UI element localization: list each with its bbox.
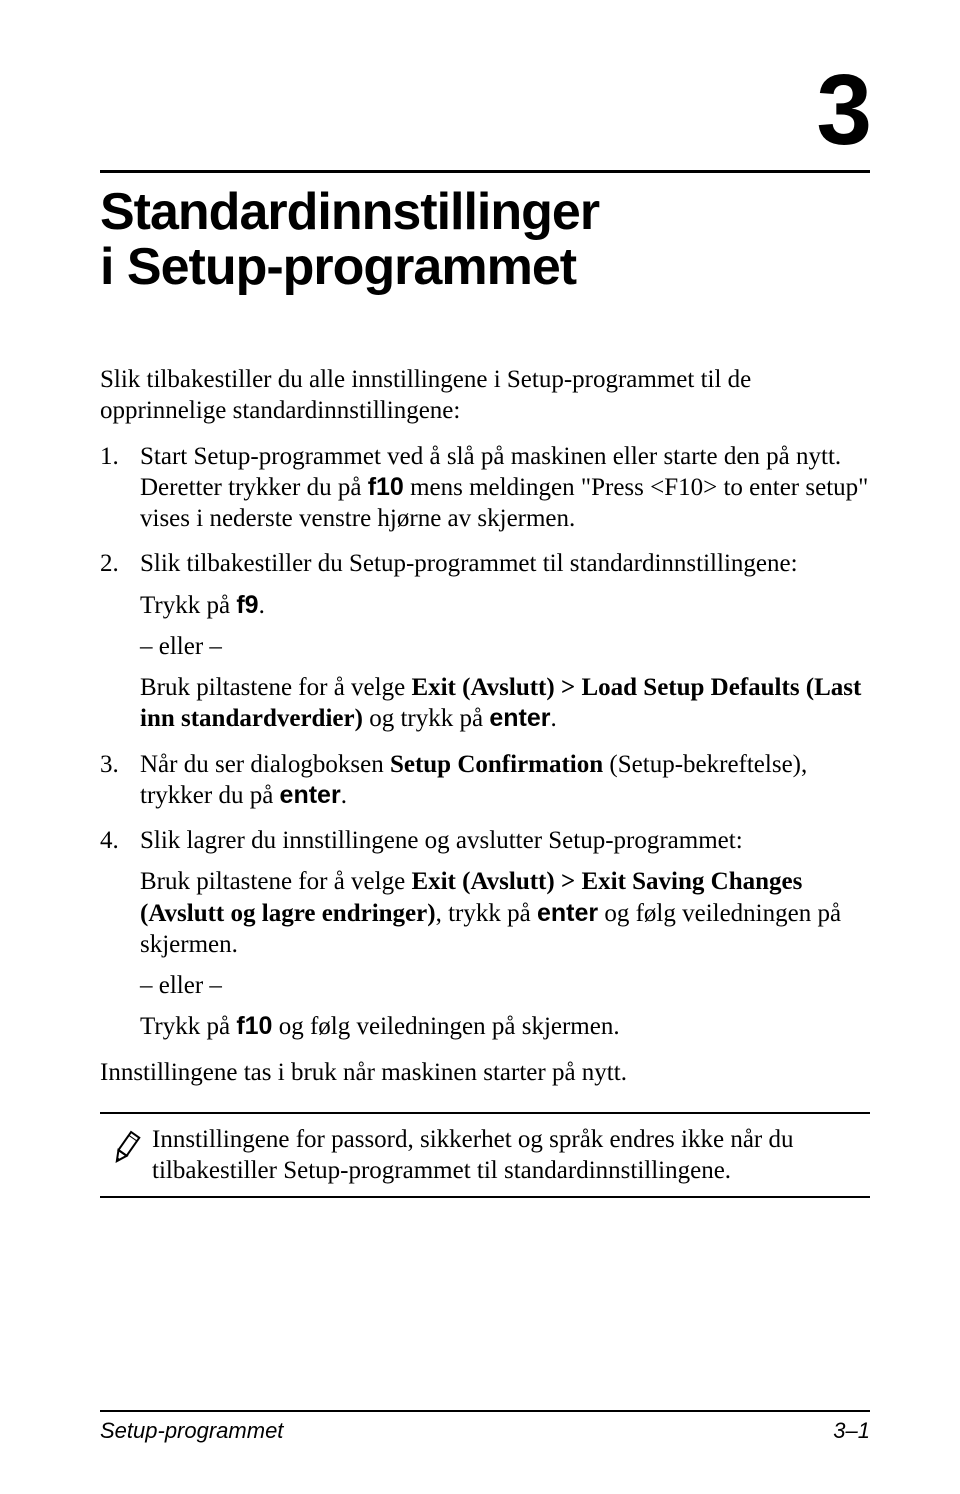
key-f10-2: f10 (236, 1012, 272, 1040)
step-4-a-text-b: , trykk på (436, 900, 537, 927)
step-3: Når du ser dialogboksen Setup Confirmati… (100, 749, 870, 812)
step-2-option-b: Bruk piltastene for å velge Exit (Avslut… (140, 672, 870, 735)
page-footer: Setup-programmet 3–1 (100, 1410, 870, 1444)
footer-rule (100, 1410, 870, 1412)
step-1: Start Setup-programmet ved å slå på mask… (100, 441, 870, 535)
chapter-title-line1: Standardinnstillinger (100, 183, 599, 241)
step-2-or: – eller – (140, 631, 870, 662)
note-text: Innstillingene for passord, sikkerhet og… (152, 1124, 870, 1187)
step-2-a-text-b: . (259, 592, 265, 619)
step-2-b-text-b: og trykk på (363, 705, 489, 732)
step-2: Slik tilbakestiller du Setup-programmet … (100, 548, 870, 734)
chapter-rule (100, 170, 870, 173)
key-f9: f9 (236, 591, 258, 619)
key-enter-2: enter (280, 781, 341, 809)
closing-paragraph: Innstillingene tas i bruk når maskinen s… (100, 1057, 870, 1088)
note-block: Innstillingene for passord, sikkerhet og… (100, 1112, 870, 1199)
footer-left: Setup-programmet (100, 1418, 283, 1444)
chapter-number: 3 (100, 60, 870, 160)
intro-paragraph: Slik tilbakestiller du alle innstillinge… (100, 364, 870, 427)
note-icon (100, 1124, 152, 1168)
chapter-title: Standardinnstillinger i Setup-programmet (100, 185, 870, 294)
step-4-option-b: Trykk på f10 og følg veiledningen på skj… (140, 1011, 870, 1042)
step-4-or: – eller – (140, 970, 870, 1001)
step-4-intro: Slik lagrer du innstillingene og avslutt… (140, 827, 743, 854)
step-4-option-a: Bruk piltastene for å velge Exit (Avslut… (140, 866, 870, 960)
page: 3 Standardinnstillinger i Setup-programm… (0, 0, 960, 1494)
note-row: Innstillingene for passord, sikkerhet og… (100, 1114, 870, 1197)
step-4-b-text-a: Trykk på (140, 1013, 236, 1040)
step-2-option-a: Trykk på f9. (140, 590, 870, 621)
step-2-intro: Slik tilbakestiller du Setup-programmet … (140, 550, 798, 577)
steps-list: Start Setup-programmet ved å slå på mask… (100, 441, 870, 1043)
footer-right: 3–1 (833, 1418, 870, 1444)
step-3-bold: Setup Confirmation (390, 751, 603, 778)
note-rule-bottom (100, 1196, 870, 1198)
step-3-text-a: Når du ser dialogboksen (140, 751, 390, 778)
step-3-text-c: . (341, 782, 347, 809)
key-enter-3: enter (537, 899, 598, 927)
step-2-b-text-c: . (550, 705, 556, 732)
pencil-icon (107, 1128, 145, 1168)
key-enter-1: enter (489, 704, 550, 732)
step-2-b-text-a: Bruk piltastene for å velge (140, 674, 411, 701)
step-4: Slik lagrer du innstillingene og avslutt… (100, 825, 870, 1043)
step-4-a-text-a: Bruk piltastene for å velge (140, 868, 411, 895)
chapter-title-line2: i Setup-programmet (100, 238, 576, 296)
step-2-a-text: Trykk på (140, 592, 236, 619)
key-f10: f10 (368, 473, 404, 501)
footer-row: Setup-programmet 3–1 (100, 1418, 870, 1444)
step-4-b-text-b: og følg veiledningen på skjermen. (272, 1013, 619, 1040)
